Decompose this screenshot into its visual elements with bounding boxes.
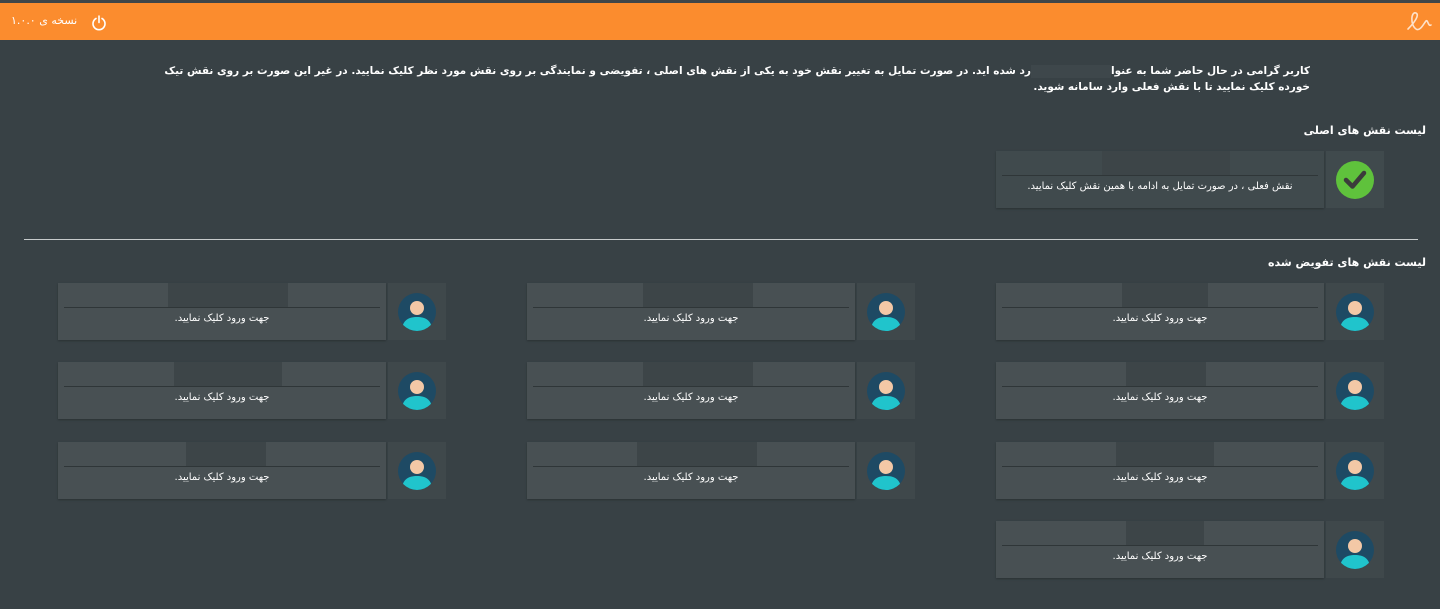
masked-role-name [186,442,266,466]
card-divider [64,386,380,387]
delegated-role-card[interactable]: جهت ورود کلیک نمایید. [527,362,915,419]
role-card-body: جهت ورود کلیک نمایید. [996,521,1324,578]
notice-text-start: کاربر گرامی در حال حاضر شما به عنوا [1110,65,1310,77]
delegated-role-card[interactable]: جهت ورود کلیک نمایید. [996,362,1384,419]
user-avatar-icon [1336,293,1374,331]
role-card-icon-box [388,442,446,499]
delegated-role-card[interactable]: جهت ورود کلیک نمایید. [996,521,1384,578]
power-icon[interactable] [91,15,107,31]
role-card-hint: جهت ورود کلیک نمایید. [643,313,739,324]
card-divider [533,386,849,387]
role-card-body: جهت ورود کلیک نمایید. [527,362,855,419]
primary-roles-title: لیست نقش های اصلی [1303,124,1426,137]
role-card-icon-box [388,362,446,419]
role-card-icon-box [857,283,915,340]
role-card-icon-box [857,362,915,419]
delegated-role-card[interactable]: جهت ورود کلیک نمایید. [58,442,446,499]
user-avatar-icon [867,372,905,410]
role-card-hint: جهت ورود کلیک نمایید. [643,392,739,403]
user-avatar-icon [867,452,905,490]
role-card-hint: جهت ورود کلیک نمایید. [1112,313,1208,324]
masked-role-name [1126,521,1204,545]
masked-role-name [1126,362,1206,386]
user-avatar-icon [398,452,436,490]
role-card-body: جهت ورود کلیک نمایید. [58,283,386,340]
user-avatar-icon [398,372,436,410]
masked-role-name [174,362,282,386]
masked-role-name [1030,64,1111,78]
user-avatar-icon [398,293,436,331]
app-logo-icon [1407,12,1432,31]
role-card-body: جهت ورود کلیک نمایید. [996,283,1324,340]
role-card-body: جهت ورود کلیک نمایید. [996,442,1324,499]
card-divider [533,466,849,467]
role-card-hint: جهت ورود کلیک نمایید. [174,392,270,403]
card-divider [1002,386,1318,387]
check-circle-icon [1336,161,1374,199]
role-card-body: جهت ورود کلیک نمایید. [527,442,855,499]
delegated-role-card[interactable]: جهت ورود کلیک نمایید. [527,283,915,340]
card-divider [64,307,380,308]
delegated-role-card[interactable]: جهت ورود کلیک نمایید. [58,283,446,340]
delegated-role-card[interactable]: جهت ورود کلیک نمایید. [996,283,1384,340]
role-card-hint: نقش فعلی ، در صورت تمایل به ادامه با همی… [1027,181,1293,192]
masked-role-name [1116,442,1214,466]
role-card-icon-box [1326,283,1384,340]
user-avatar-icon [1336,531,1374,569]
role-card-icon-box [1326,362,1384,419]
version-label: نسخه ی ۱.۰.۰ [11,14,78,27]
masked-role-name [1122,283,1208,307]
role-card-body: جهت ورود کلیک نمایید. [58,442,386,499]
user-avatar-icon [1336,372,1374,410]
role-card-hint: جهت ورود کلیک نمایید. [174,472,270,483]
card-divider [64,466,380,467]
card-divider [1002,307,1318,308]
section-divider [24,239,1418,240]
masked-role-name [1102,151,1230,175]
delegated-role-card[interactable]: جهت ورود کلیک نمایید. [527,442,915,499]
role-card-body: جهت ورود کلیک نمایید. [996,362,1324,419]
user-avatar-icon [1336,452,1374,490]
role-card-hint: جهت ورود کلیک نمایید. [1112,472,1208,483]
card-divider [533,307,849,308]
role-card-body: جهت ورود کلیک نمایید. [527,283,855,340]
role-card-icon-box [1326,521,1384,578]
role-card-body: جهت ورود کلیک نمایید. [58,362,386,419]
role-card-hint: جهت ورود کلیک نمایید. [643,472,739,483]
card-divider [1002,175,1318,176]
masked-role-name [643,362,753,386]
primary-role-card[interactable]: نقش فعلی ، در صورت تمایل به ادامه با همی… [996,151,1384,208]
delegated-role-card[interactable]: جهت ورود کلیک نمایید. [58,362,446,419]
masked-role-name [637,442,757,466]
role-card-icon-box [1326,151,1384,208]
role-card-hint: جهت ورود کلیک نمایید. [1112,551,1208,562]
role-card-body: نقش فعلی ، در صورت تمایل به ادامه با همی… [996,151,1324,208]
card-divider [1002,545,1318,546]
delegated-role-card[interactable]: جهت ورود کلیک نمایید. [996,442,1384,499]
notice-message: کاربر گرامی در حال حاضر شما به عنوارد شد… [130,63,1310,95]
role-card-icon-box [857,442,915,499]
role-card-icon-box [1326,442,1384,499]
top-bar: نسخه ی ۱.۰.۰ [0,0,1440,40]
card-divider [1002,466,1318,467]
delegated-roles-title: لیست نقش های تفویض شده [1268,256,1426,269]
user-avatar-icon [867,293,905,331]
role-card-icon-box [388,283,446,340]
role-card-hint: جهت ورود کلیک نمایید. [174,313,270,324]
role-card-hint: جهت ورود کلیک نمایید. [1112,392,1208,403]
masked-role-name [643,283,753,307]
masked-role-name [168,283,288,307]
